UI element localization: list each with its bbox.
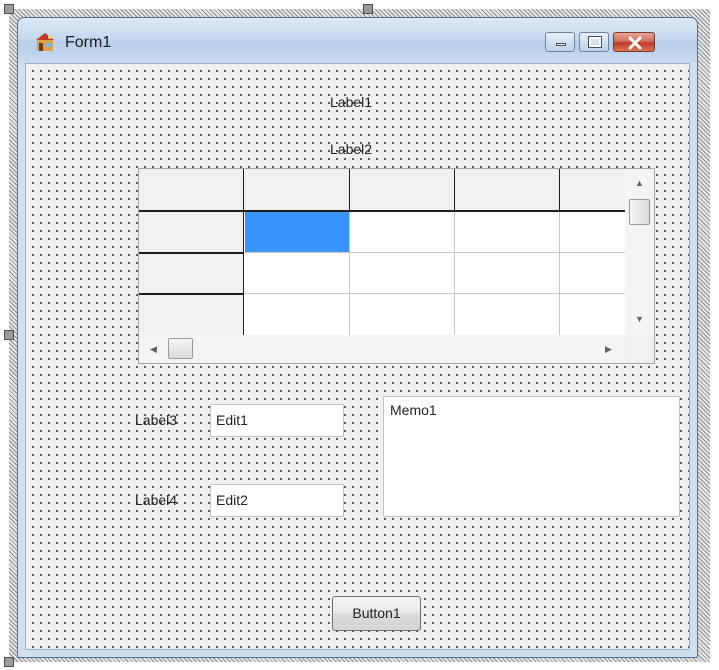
close-button[interactable] — [613, 32, 655, 52]
title-bar[interactable]: Form1 — [18, 18, 697, 63]
scroll-up-icon[interactable]: ▲ — [635, 178, 644, 188]
grid-selected-cell[interactable] — [245, 212, 349, 252]
scrollbar-corner — [625, 335, 654, 363]
window-title: Form1 — [65, 34, 112, 51]
grid-line — [139, 293, 244, 295]
label1: Label1 — [330, 94, 373, 110]
grid-line — [559, 211, 560, 335]
grid-line — [559, 169, 560, 211]
maximize-icon — [588, 36, 602, 48]
resize-handle-bottom-left[interactable] — [4, 657, 14, 667]
grid-fixed-column — [139, 211, 244, 335]
button1[interactable]: Button1 — [332, 596, 421, 631]
label3: Label3 — [135, 412, 178, 428]
memo1-textarea[interactable]: Memo1 — [383, 396, 680, 517]
grid-vertical-scrollbar[interactable]: ▲ ▼ — [625, 169, 654, 335]
string-grid[interactable]: ▲ ▼ ◀ ▶ — [138, 168, 655, 364]
grid-line — [349, 169, 350, 211]
grid-line — [349, 211, 350, 335]
minimize-button[interactable] — [545, 32, 575, 52]
scroll-down-icon[interactable]: ▼ — [635, 314, 644, 324]
grid-line — [139, 210, 625, 212]
vertical-scroll-thumb[interactable] — [629, 199, 650, 225]
edit1-input[interactable]: Edit1 — [210, 404, 344, 437]
form-client-area[interactable]: Label1 Label2 ▲ ▼ ◀ ▶ Label3 Edit1 Label… — [25, 63, 690, 650]
resize-handle-top-left[interactable] — [4, 4, 14, 14]
grid-line — [454, 211, 455, 335]
minimize-icon — [556, 43, 566, 46]
grid-line — [244, 252, 625, 253]
label4: Label4 — [135, 492, 178, 508]
form-window: Form1 Label1 Label2 ▲ ▼ ◀ ▶ Label3 Edit1… — [17, 17, 698, 658]
maximize-button[interactable] — [579, 32, 609, 52]
grid-header-row — [139, 169, 625, 211]
grid-line — [139, 252, 244, 254]
grid-line — [454, 169, 455, 211]
scroll-right-icon[interactable]: ▶ — [605, 344, 612, 354]
horizontal-scroll-thumb[interactable] — [168, 338, 193, 359]
scroll-left-icon[interactable]: ◀ — [150, 344, 157, 354]
close-icon — [628, 36, 642, 50]
grid-line — [244, 293, 625, 294]
resize-handle-top[interactable] — [363, 4, 373, 14]
grid-horizontal-scrollbar[interactable]: ◀ ▶ — [139, 335, 625, 363]
app-icon — [34, 32, 56, 52]
edit2-input[interactable]: Edit2 — [210, 484, 344, 517]
resize-handle-left[interactable] — [4, 330, 14, 340]
label2: Label2 — [330, 141, 373, 157]
